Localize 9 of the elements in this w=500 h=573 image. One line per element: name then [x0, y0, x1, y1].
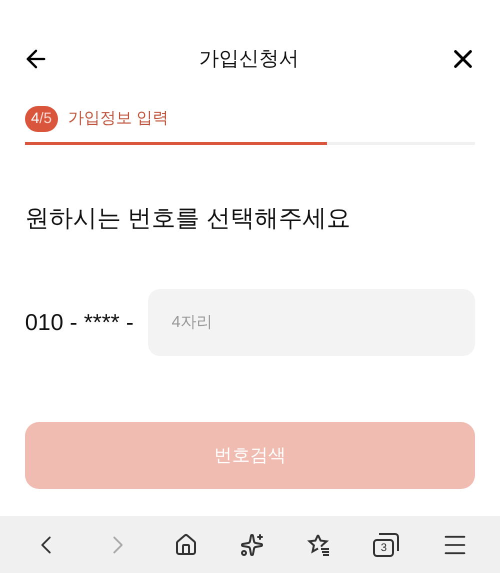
- step-badge: 4/5: [25, 106, 58, 132]
- page-title: 가입신청서: [199, 47, 299, 72]
- heading: 원하시는 번호를 선택해주세요: [24, 204, 352, 234]
- star-list-icon[interactable]: [306, 532, 332, 558]
- phone-input-field[interactable]: 4자리: [148, 289, 475, 356]
- phone-prefix: 010 - **** -: [25, 308, 134, 338]
- sparkles-icon[interactable]: [240, 532, 264, 556]
- home-icon[interactable]: [174, 532, 198, 556]
- step-label: 가입정보 입력: [68, 109, 168, 129]
